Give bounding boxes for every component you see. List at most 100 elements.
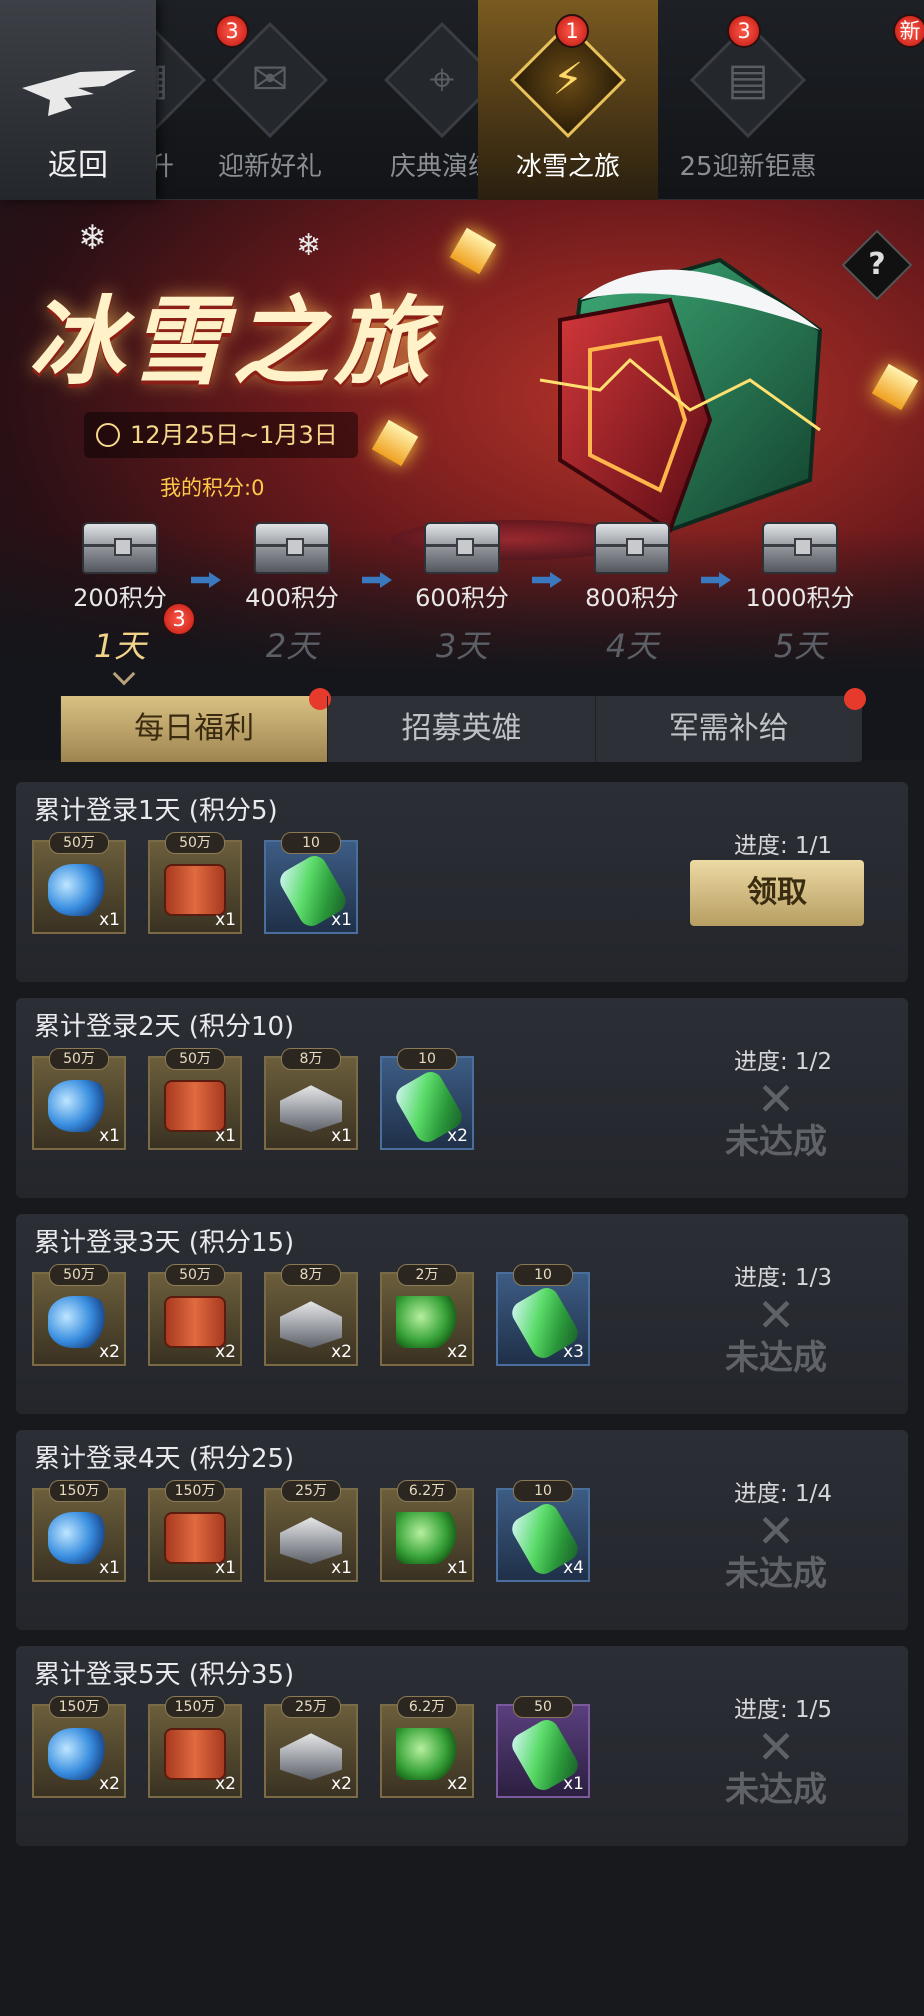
reward-quantity: x2 [447,1126,468,1146]
reward-item[interactable]: 6.2万 x2 [380,1696,474,1798]
task-card: 累计登录3天 (积分15) 50万 x2 50万 x2 8万 x2 2万 x2 10 x3 进度: 1… [16,1214,908,1414]
back-button[interactable]: 返回 [0,0,156,200]
reward-quantity: x1 [215,1126,236,1146]
reward-list: 150万 x1 150万 x1 25万 x1 6.2万 x1 10 x4 [32,1480,590,1582]
reward-quantity: x1 [99,1126,120,1146]
milestone-1[interactable]: 200积分 1天 [45,522,195,667]
subtab-label: 军需补给 [668,711,789,746]
reward-quantity: x2 [331,1774,352,1794]
reward-quantity: x2 [99,1342,120,1362]
reward-amount: 8万 [281,1264,341,1286]
milestone-points: 600积分 [415,584,509,612]
reward-item[interactable]: 10 x3 [496,1264,590,1366]
date-range: 12月25日~1月3日 [130,421,338,449]
milestone-points: 800积分 [585,584,679,612]
reward-quantity: x2 [331,1342,352,1362]
reward-item[interactable]: 150万 x1 [148,1480,242,1582]
milestone-points: 1000积分 [745,584,855,612]
reward-item[interactable]: 10 x4 [496,1480,590,1582]
activity-tab-bar: 返回 ▦高升3✉迎新好礼1⌖庆典演练⚡冰雪之旅3▤25迎新钜惠新 [0,0,924,222]
reward-item[interactable]: 50 x1 [496,1696,590,1798]
reward-item[interactable]: 8万 x2 [264,1264,358,1366]
reward-item[interactable]: 50万 x2 [148,1264,242,1366]
milestone-day: 5天 [773,627,827,665]
reward-quantity: x2 [99,1774,120,1794]
reward-quantity: x2 [215,1774,236,1794]
cash-stack-icon [396,1296,458,1348]
reward-amount: 50万 [49,832,109,854]
reward-quantity: x1 [331,1558,352,1578]
milestone-points: 400积分 [245,584,339,612]
subtab-2[interactable]: 招募英雄 [327,696,594,762]
reward-item[interactable]: 6.2万 x1 [380,1480,474,1582]
oil-barrel-icon [164,864,226,916]
notification-badge: 3 [727,14,761,48]
tab-2[interactable]: ✉ 迎新好礼 [180,0,360,200]
reward-amount: 10 [281,832,341,854]
event-banner: ❄ ❄ 冰雪之旅 12月25日~1月3日 我的积分:0 ? 200积分 1天 3 40… [0,200,924,760]
subtab-label: 招募英雄 [401,711,522,746]
claim-button[interactable]: 领取 [690,860,864,926]
cash-stack-icon [396,1728,458,1780]
reward-amount: 10 [397,1048,457,1070]
subtab-3[interactable]: 军需补给 [594,688,866,762]
reward-amount: 2万 [397,1264,457,1286]
notification-badge: 3 [162,602,196,636]
steel-ingot-icon [280,1301,342,1348]
reward-amount: 50万 [165,832,225,854]
not-achieved-label: 未达成 [725,1770,827,1810]
crystal-icon [48,1728,110,1780]
reward-amount: 10 [513,1264,573,1286]
reward-list: 50万 x1 50万 x1 10 x1 [32,832,358,934]
reward-item[interactable]: 50万 x1 [148,1048,242,1150]
subtab-1[interactable]: 每日福利 [60,688,332,762]
notification-badge: 1 [555,14,589,48]
chest-icon [82,522,158,574]
reward-quantity: x3 [563,1342,584,1362]
reward-quantity: x1 [331,1126,352,1146]
back-label: 返回 [48,148,108,183]
question-icon: ? [868,247,886,282]
reward-item[interactable]: 10 x2 [380,1048,474,1150]
reward-item[interactable]: 150万 x1 [32,1480,126,1582]
chest-icon [424,522,500,574]
reward-item[interactable]: 10 x1 [264,832,358,934]
crystal-icon [48,864,110,916]
task-title: 累计登录1天 (积分5) [34,796,278,826]
reward-item[interactable]: 8万 x1 [264,1048,358,1150]
steel-ingot-icon [280,1517,342,1564]
reward-item[interactable]: 2万 x2 [380,1264,474,1366]
reward-item[interactable]: 150万 x2 [32,1696,126,1798]
reward-item[interactable]: 25万 x2 [264,1696,358,1798]
reward-list: 150万 x2 150万 x2 25万 x2 6.2万 x2 50 x1 [32,1696,590,1798]
reward-item[interactable]: 25万 x1 [264,1480,358,1582]
task-card: 累计登录1天 (积分5) 50万 x1 50万 x1 10 x1 进度: 1/1 领取 [16,782,908,982]
reward-item[interactable]: 50万 x1 [148,832,242,934]
clock-icon [96,423,120,447]
reward-quantity: x1 [447,1558,468,1578]
cash-stack-icon [396,1512,458,1564]
reward-amount: 50万 [165,1048,225,1070]
milestone-5[interactable]: 1000积分 5天 [725,522,875,667]
reward-item[interactable]: 150万 x2 [148,1696,242,1798]
reward-amount: 50万 [165,1264,225,1286]
reward-quantity: x1 [331,910,352,930]
milestone-4[interactable]: 800积分 4天 [557,522,707,667]
reward-item[interactable]: 50万 x2 [32,1264,126,1366]
reward-list: 50万 x1 50万 x1 8万 x1 10 x2 [32,1048,474,1150]
reward-item[interactable]: 50万 x1 [32,1048,126,1150]
notification-dot [843,688,866,710]
not-achieved-status: ✕ 未达成 [706,1074,846,1163]
notification-badge: 3 [215,14,249,48]
reward-amount: 8万 [281,1048,341,1070]
reward-item[interactable]: 50万 x1 [32,832,126,934]
reward-amount: 50 [513,1696,573,1718]
help-button[interactable]: ? [841,229,913,301]
not-achieved-status: ✕ 未达成 [706,1290,846,1379]
milestone-2[interactable]: 400积分 2天 [217,522,367,667]
reward-quantity: x1 [215,1558,236,1578]
reward-amount: 6.2万 [397,1480,457,1502]
milestone-3[interactable]: 600积分 3天 [387,522,537,667]
reward-amount: 25万 [281,1696,341,1718]
task-card: 累计登录5天 (积分35) 150万 x2 150万 x2 25万 x2 6.2万 x2 50 x1… [16,1646,908,1846]
